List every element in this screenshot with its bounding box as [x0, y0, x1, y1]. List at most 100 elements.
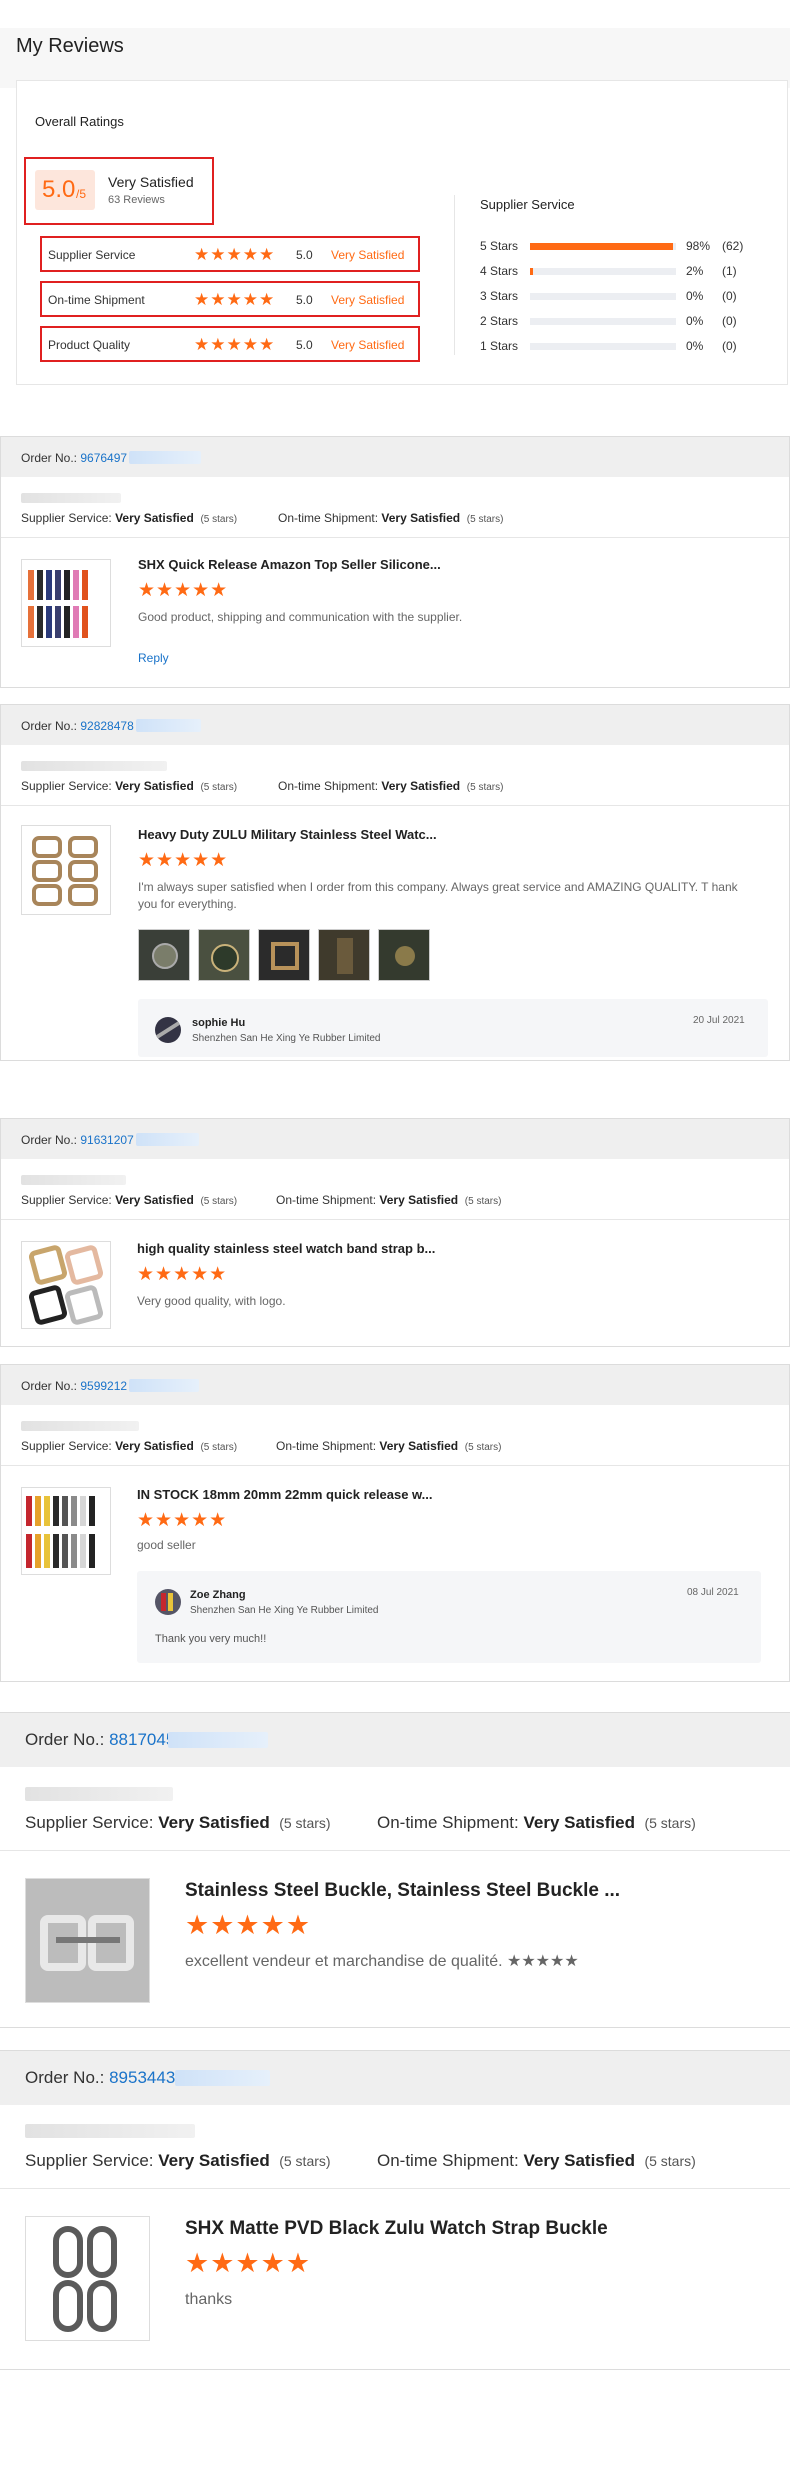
review-photo[interactable]	[318, 929, 370, 981]
product-thumbnail[interactable]	[21, 1487, 111, 1575]
distribution-row: 5 Stars 98% (62)	[480, 239, 780, 255]
rating-row-text: Very Satisfied	[331, 293, 405, 307]
distribution-percent: 0%	[686, 314, 704, 328]
review-comment: I'm always super satisfied when I order …	[138, 880, 738, 911]
silicone-straps-image	[28, 570, 88, 638]
divider	[1, 1219, 789, 1220]
order-label: Order No.: 9599212	[21, 1379, 128, 1393]
rating-row-text: Very Satisfied	[331, 248, 405, 262]
distribution-count: (0)	[722, 289, 737, 303]
order-number-link[interactable]: 9599212	[80, 1379, 127, 1393]
supplier-service-rating: Supplier Service: Very Satisfied (5 star…	[25, 2151, 331, 2170]
avatar	[155, 1017, 181, 1043]
review-card: Order No.: 8817045 Supplier Service: Ver…	[0, 1712, 790, 2028]
supplier-service-rating: Supplier Service: Very Satisfied (5 star…	[21, 1439, 238, 1453]
product-title[interactable]: Heavy Duty ZULU Military Stainless Steel…	[138, 827, 437, 842]
ontime-shipment-rating: On-time Shipment: Very Satisfied (5 star…	[377, 2151, 696, 2170]
order-number-link[interactable]: 92828478	[80, 719, 133, 733]
star-rating-icon: ★★★★★	[194, 245, 276, 264]
page-title: My Reviews	[16, 35, 124, 57]
supplier-service-rating: Supplier Service: Very Satisfied (5 star…	[25, 1813, 331, 1832]
review-photo[interactable]	[258, 929, 310, 981]
product-thumbnail[interactable]	[25, 1878, 150, 2003]
divider	[0, 1850, 790, 1851]
reply-company: Shenzhen San He Xing Ye Rubber Limited	[190, 1605, 379, 1616]
product-thumbnail[interactable]	[21, 1241, 111, 1329]
supplier-service-rating: Supplier Service: Very Satisfied (5 star…	[21, 511, 238, 525]
ontime-shipment-rating: On-time Shipment: Very Satisfied (5 star…	[377, 1813, 696, 1832]
distribution-row: 2 Stars 0% (0)	[480, 314, 780, 330]
product-title[interactable]: SHX Quick Release Amazon Top Seller Sili…	[138, 557, 441, 572]
distribution-row: 4 Stars 2% (1)	[480, 264, 780, 280]
distribution-label: 2 Stars	[480, 314, 519, 328]
star-rating-icon: ★★★★★	[137, 1510, 228, 1531]
distribution-percent: 0%	[686, 289, 704, 303]
distribution-row: 1 Stars 0% (0)	[480, 339, 780, 355]
distribution-percent: 2%	[686, 264, 704, 278]
review-card: Order No.: 9599212 Supplier Service: Ver…	[0, 1364, 790, 1682]
product-thumbnail[interactable]	[21, 559, 111, 647]
redacted-buyer	[21, 761, 167, 771]
review-photo[interactable]	[138, 929, 190, 981]
distribution-count: (62)	[722, 239, 744, 253]
product-title[interactable]: high quality stainless steel watch band …	[137, 1241, 435, 1256]
supplier-service-rating: Supplier Service: Very Satisfied (5 star…	[21, 779, 238, 793]
redacted-buyer	[21, 1421, 139, 1431]
pin-buckles-image	[28, 1245, 104, 1325]
distribution-fill	[530, 243, 674, 250]
rating-row-value: 5.0	[296, 248, 313, 262]
distribution-label: 4 Stars	[480, 264, 519, 278]
order-number-link[interactable]: 9676497	[80, 451, 127, 465]
distribution-label: 1 Stars	[480, 339, 519, 353]
product-title[interactable]: IN STOCK 18mm 20mm 22mm quick release w.…	[137, 1487, 433, 1502]
product-thumbnail[interactable]	[21, 825, 111, 915]
divider	[0, 2188, 790, 2189]
distribution-label: 5 Stars	[480, 239, 519, 253]
avatar	[155, 1589, 181, 1615]
distribution-track	[530, 293, 676, 300]
order-label: Order No.: 8817045	[25, 1730, 176, 1749]
divider	[1, 805, 789, 806]
redacted-order-suffix	[129, 1379, 199, 1392]
star-rating-icon: ★★★★★	[185, 2248, 312, 2278]
redacted-order-suffix	[175, 2070, 270, 2086]
order-number-link[interactable]: 8953443	[109, 2068, 175, 2087]
star-rating-icon: ★★★★★	[138, 580, 229, 601]
distribution-fill	[530, 268, 533, 275]
supplier-service-rating: Supplier Service: Very Satisfied (5 star…	[21, 1193, 238, 1207]
supplier-reply-box	[137, 1571, 761, 1663]
product-title[interactable]: Stainless Steel Buckle, Stainless Steel …	[185, 1880, 620, 1902]
review-photo[interactable]	[198, 929, 250, 981]
rating-row-label: Supplier Service	[48, 248, 136, 262]
review-card: Order No.: 8953443 Supplier Service: Ver…	[0, 2050, 790, 2370]
redacted-buyer	[25, 2124, 195, 2138]
divider	[1, 1465, 789, 1466]
order-label: Order No.: 91631207	[21, 1133, 134, 1147]
review-card: Order No.: 92828478 Supplier Service: Ve…	[0, 704, 790, 1061]
review-comment: Good product, shipping and communication…	[138, 610, 463, 624]
black-zulu-buckles-image	[53, 2226, 117, 2332]
product-title[interactable]: SHX Matte PVD Black Zulu Watch Strap Buc…	[185, 2218, 608, 2240]
reply-link[interactable]: Reply	[138, 651, 169, 665]
distribution-track	[530, 243, 676, 250]
order-number-link[interactable]: 8817045	[109, 1730, 175, 1749]
product-thumbnail[interactable]	[25, 2216, 150, 2341]
redacted-buyer	[21, 493, 121, 503]
order-number-link[interactable]: 91631207	[80, 1133, 133, 1147]
review-count: 63 Reviews	[108, 194, 165, 206]
ontime-shipment-rating: On-time Shipment: Very Satisfied (5 star…	[278, 779, 504, 793]
redacted-order-suffix	[136, 1133, 199, 1146]
distribution-track	[530, 343, 676, 350]
vertical-divider	[454, 195, 455, 355]
overall-score: 5.0	[42, 176, 76, 203]
overall-ratings-title: Overall Ratings	[35, 114, 124, 129]
star-rating-icon: ★★★★★	[185, 1910, 312, 1940]
review-comment: good seller	[137, 1538, 196, 1552]
review-comment: thanks	[185, 2291, 233, 2308]
rating-row-value: 5.0	[296, 338, 313, 352]
review-comment: Very good quality, with logo.	[137, 1294, 286, 1308]
order-label: Order No.: 92828478	[21, 719, 134, 733]
review-photo[interactable]	[378, 929, 430, 981]
reply-date: 08 Jul 2021	[687, 1587, 739, 1598]
distribution-count: (1)	[722, 264, 737, 278]
